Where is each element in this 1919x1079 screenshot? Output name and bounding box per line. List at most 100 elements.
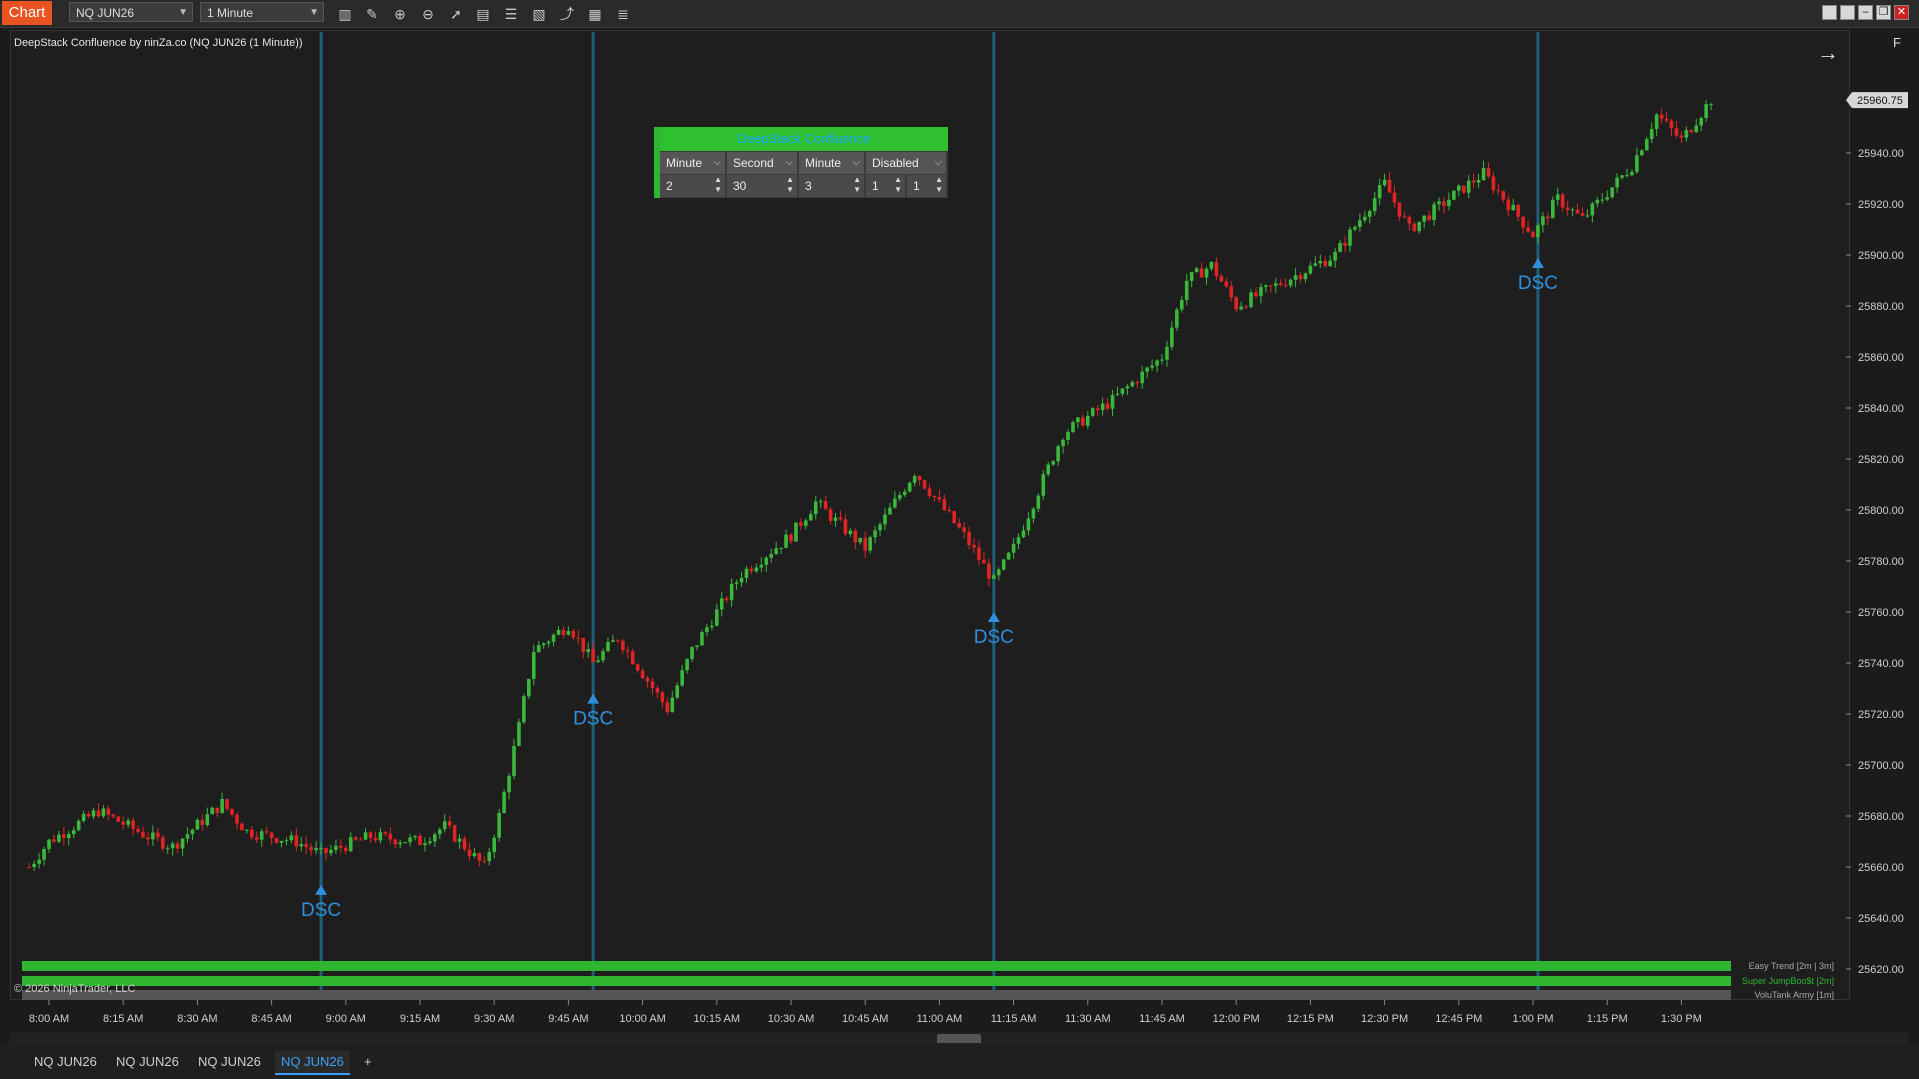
candle-body: [423, 843, 427, 846]
dsc-value3: 3: [805, 179, 812, 193]
dsc-timeframe2-select[interactable]: Second ⌵: [727, 152, 797, 174]
up-arrow-icon: [1531, 258, 1544, 269]
candle-body: [1486, 168, 1491, 177]
candle-body: [264, 831, 269, 833]
candle-body: [1313, 263, 1318, 266]
candle-body: [764, 557, 769, 565]
dsc-value3-stepper[interactable]: 3 ▲ ▼: [799, 175, 864, 197]
dsc-value1-stepper[interactable]: 2 ▲ ▼: [660, 175, 725, 197]
candle-body: [517, 722, 521, 746]
dsc-timeframe1-label: Minute: [666, 156, 703, 170]
candle-body: [719, 598, 724, 610]
candle-body: [1699, 118, 1703, 126]
candle-body: [1214, 261, 1219, 277]
spinner-icon[interactable]: ▲ ▼: [894, 175, 902, 195]
candle-body: [1387, 179, 1392, 193]
candle-body: [284, 840, 289, 842]
y-tick-label: 25620.00: [1858, 964, 1904, 976]
signal-label: DSC: [301, 900, 341, 921]
candle-body: [428, 841, 432, 844]
candle-body: [1071, 422, 1075, 433]
candle-body: [1575, 209, 1580, 214]
candle-body: [344, 847, 348, 852]
candle-body: [754, 567, 759, 572]
x-tick-label: 9:00 AM: [326, 1013, 366, 1025]
indicator-bar: [22, 961, 1731, 971]
candle-body: [437, 829, 442, 835]
candle-body: [279, 840, 284, 843]
candle-body: [685, 659, 689, 671]
chart-tab[interactable]: NQ JUN26: [28, 1051, 103, 1073]
spinner-icon[interactable]: ▲ ▼: [714, 175, 722, 195]
copyright-label: © 2026 NinjaTrader, LLC: [14, 983, 136, 995]
candle-body: [1298, 275, 1303, 280]
price-chart[interactable]: 25940.00 25920.00 25900.00 25880.00 25860.00…: [0, 0, 1919, 1040]
candle-body: [695, 645, 699, 647]
spinner-icon[interactable]: ▲ ▼: [935, 175, 943, 195]
candle-body: [665, 702, 670, 713]
f-button[interactable]: F: [1893, 35, 1901, 50]
candle-body: [621, 640, 625, 651]
y-tick-label: 25700.00: [1858, 760, 1904, 772]
dsc-value4-stepper[interactable]: 1 ▲ ▼: [866, 175, 905, 197]
candle-body: [823, 501, 828, 510]
candle-body: [398, 842, 403, 845]
candle-body: [1496, 190, 1501, 192]
candle-body: [393, 839, 398, 845]
candle-body: [314, 848, 318, 851]
dsc-value4: 1: [872, 179, 879, 193]
candle-body: [1338, 243, 1342, 252]
candle-body: [86, 813, 91, 817]
candle-body: [1595, 199, 1600, 204]
candle-body: [1674, 128, 1679, 136]
candle-body: [1026, 518, 1031, 531]
dsc-timeframe3-select[interactable]: Minute ⌵: [799, 152, 864, 174]
candle-body: [1303, 273, 1308, 280]
dsc-value-row: 2 ▲ ▼ 30 ▲ ▼ 3 ▲ ▼ 1 ▲ ▼ 1 ▲ ▼: [660, 175, 948, 197]
chart-tab[interactable]: NQ JUN26: [110, 1051, 185, 1073]
chart-tab-active[interactable]: NQ JUN26: [275, 1051, 350, 1075]
candle-body: [259, 831, 264, 840]
x-tick-label: 9:15 AM: [400, 1013, 440, 1025]
dsc-timeframe1-select[interactable]: Minute ⌵: [660, 152, 725, 174]
candle-body: [1264, 285, 1268, 288]
candle-body: [1511, 204, 1516, 211]
candle-body: [1625, 175, 1629, 177]
indicator-label: VoluTank Army [1m]: [1754, 990, 1834, 1000]
dsc-value2: 30: [733, 179, 747, 193]
spinner-icon[interactable]: ▲ ▼: [786, 175, 794, 195]
dsc-filter-select[interactable]: Disabled ⌵: [866, 152, 946, 174]
arrow-right-icon[interactable]: →: [1817, 40, 1839, 66]
candle-body: [383, 832, 388, 834]
candle-body: [932, 496, 937, 498]
candle-body: [111, 814, 116, 817]
candle-body: [1056, 446, 1060, 462]
candle-body: [165, 848, 170, 850]
candle-body: [1254, 292, 1258, 297]
spinner-icon[interactable]: ▲ ▼: [853, 175, 861, 195]
dsc-value2-stepper[interactable]: 30 ▲ ▼: [727, 175, 797, 197]
candle-body: [329, 849, 333, 854]
dsc-value5-stepper[interactable]: 1 ▲ ▼: [907, 175, 946, 197]
candle-body: [42, 849, 46, 860]
chart-tab[interactable]: NQ JUN26: [192, 1051, 267, 1073]
candle-body: [225, 799, 229, 809]
candle-body: [37, 859, 41, 864]
candle-body: [1679, 135, 1684, 138]
candle-body: [1105, 403, 1110, 409]
candle-body: [571, 631, 576, 638]
candle-body: [868, 537, 872, 551]
candle-body: [1100, 403, 1105, 411]
add-tab-button[interactable]: +: [358, 1051, 378, 1073]
candle-body: [482, 860, 487, 862]
candle-body: [1640, 150, 1644, 156]
x-tick-label: 8:30 AM: [177, 1013, 217, 1025]
candle-body: [1452, 190, 1456, 200]
candle-body: [522, 696, 526, 723]
candle-body: [1150, 365, 1154, 368]
y-tick-label: 25640.00: [1858, 913, 1904, 925]
candle-body: [81, 813, 86, 821]
candle-body: [1550, 199, 1555, 219]
last-price-label: 25960.75: [1857, 95, 1903, 107]
candle-body: [487, 852, 492, 862]
